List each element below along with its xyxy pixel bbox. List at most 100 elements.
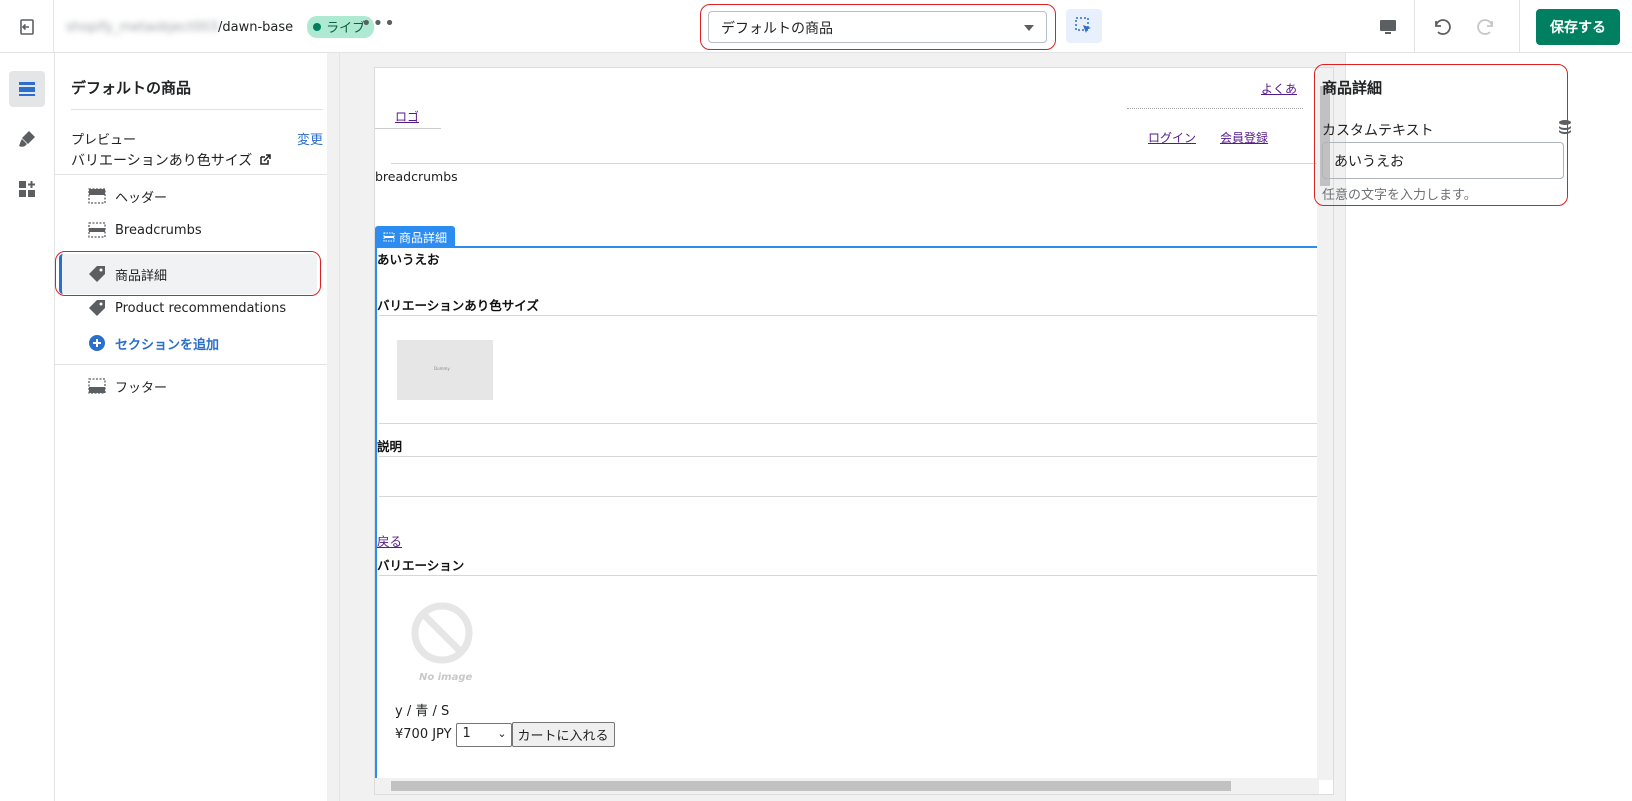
custom-text-input[interactable]: あいうえお xyxy=(1322,142,1564,179)
divider xyxy=(1519,0,1520,53)
paintbrush-icon xyxy=(19,131,35,147)
sidebar-item-label: Product recommendations xyxy=(115,300,287,316)
selected-section-outline[interactable]: あいうえお バリエーションあり色サイズ Dummy 説明 戻る バリエーション … xyxy=(375,246,1319,786)
no-image-icon xyxy=(411,602,473,664)
inspector-toggle-button[interactable] xyxy=(1066,9,1102,43)
divider xyxy=(379,423,1319,424)
sidebar-title: デフォルトの商品 xyxy=(71,79,192,97)
template-select-value: デフォルトの商品 xyxy=(721,21,833,37)
redo-button[interactable] xyxy=(1467,0,1507,53)
chevron-down-icon xyxy=(1024,25,1034,31)
custom-text: あいうえお xyxy=(377,252,440,267)
tag-icon xyxy=(87,264,107,284)
settings-panel: 商品詳細 カスタムテキスト あいうえお 任意の文字を入力します。 xyxy=(1314,53,1632,801)
exit-button[interactable] xyxy=(0,0,54,53)
product-image: Dummy xyxy=(397,340,493,400)
desktop-icon xyxy=(1380,19,1396,34)
more-actions-button[interactable]: ••• xyxy=(361,13,396,34)
logo-link[interactable]: ロゴ xyxy=(395,108,419,125)
divider xyxy=(379,496,1319,497)
variant-name: y / 青 / S xyxy=(395,704,450,719)
quantity-select[interactable]: 1 ⌄ xyxy=(455,722,512,747)
header-section-icon xyxy=(87,186,107,206)
template-select[interactable]: デフォルトの商品 xyxy=(708,11,1047,43)
settings-title: 商品詳細 xyxy=(1322,79,1383,97)
section-tab-text: 商品詳細 xyxy=(399,230,448,245)
chevron-down-icon: ⌄ xyxy=(497,726,507,740)
dynamic-source-button[interactable] xyxy=(1557,119,1573,139)
breadcrumbs-text: breadcrumbs xyxy=(375,169,458,184)
preview-label: プレビュー xyxy=(71,133,137,148)
rail-sections-button[interactable] xyxy=(9,71,45,107)
section-tab-label[interactable]: 商品詳細 xyxy=(375,226,456,248)
preview-product[interactable]: バリエーションあり色サイズ xyxy=(71,150,272,170)
divider xyxy=(379,456,1319,457)
redo-icon xyxy=(1477,18,1493,35)
device-preview-button[interactable] xyxy=(1362,0,1414,53)
divider xyxy=(55,174,339,175)
divider xyxy=(55,364,339,365)
section-grid-icon xyxy=(383,232,395,242)
plus-circle-icon xyxy=(87,333,107,353)
apps-icon xyxy=(19,181,35,197)
exit-icon xyxy=(19,18,34,35)
custom-text-help: 任意の文字を入力します。 xyxy=(1322,188,1477,203)
sidebar-item-label: 商品詳細 xyxy=(115,268,168,284)
variation-heading: バリエーション xyxy=(377,558,465,573)
preview-canvas: よくあ ロゴ ログイン 会員登録 breadcrumbs 商品詳細 あいうえお … xyxy=(340,53,1345,801)
save-button[interactable]: 保存する xyxy=(1536,8,1620,45)
login-link[interactable]: ログイン xyxy=(1148,129,1196,146)
store-domain-blurred: shopify_metaobject003 xyxy=(66,19,218,35)
add-section-label: セクションを追加 xyxy=(115,337,220,353)
sidebar-item-product-recommendations[interactable]: Product recommendations xyxy=(59,288,323,328)
scrollbar-thumb[interactable] xyxy=(391,781,1231,791)
divider xyxy=(391,163,1319,164)
dashed-section-icon xyxy=(87,220,107,240)
undo-button[interactable] xyxy=(1415,0,1467,53)
divider xyxy=(1127,108,1303,109)
divider xyxy=(71,109,323,110)
undo-icon xyxy=(1435,18,1451,35)
rail-apps-button[interactable] xyxy=(9,171,45,207)
product-title: バリエーションあり色サイズ xyxy=(377,298,539,313)
add-to-cart-button[interactable]: カートに入れる xyxy=(511,722,615,747)
left-rail xyxy=(0,53,55,801)
back-link[interactable]: 戻る xyxy=(377,531,402,550)
preview-horizontal-scrollbar[interactable] xyxy=(375,778,1319,794)
footer-section-icon xyxy=(87,376,107,396)
divider xyxy=(379,575,1319,576)
top-nav-link[interactable]: よくあ xyxy=(1261,80,1297,97)
status-badge-label: ライブ xyxy=(326,21,366,36)
quantity-value: 1 xyxy=(462,725,471,741)
sidebar-item-label: フッター xyxy=(115,380,168,396)
database-icon xyxy=(1559,120,1571,134)
tag-icon xyxy=(87,298,107,318)
add-section-button[interactable]: セクションを追加 xyxy=(59,323,323,363)
preview-change-link[interactable]: 変更 xyxy=(297,129,323,148)
description-heading: 説明 xyxy=(377,439,403,454)
custom-text-label: カスタムテキスト xyxy=(1322,123,1434,139)
preview-frame: よくあ ロゴ ログイン 会員登録 breadcrumbs 商品詳細 あいうえお … xyxy=(374,67,1334,795)
top-bar: shopify_metaobject003 /dawn-base ライブ •••… xyxy=(0,0,1632,53)
add-to-cart-row: ¥700 JPY 1 ⌄ カートに入れる xyxy=(395,722,615,747)
divider xyxy=(379,315,1319,316)
price: ¥700 JPY xyxy=(395,727,452,742)
store-name: shopify_metaobject003 /dawn-base ライブ xyxy=(66,16,375,38)
top-right-tools: 保存する xyxy=(1362,0,1632,53)
select-cursor-icon xyxy=(1075,17,1091,33)
live-dot-icon xyxy=(313,22,322,31)
theme-name: /dawn-base xyxy=(217,19,294,35)
sidebar-item-breadcrumbs[interactable]: Breadcrumbs xyxy=(59,210,323,250)
sections-icon xyxy=(19,82,35,96)
image-caption: Dummy xyxy=(434,366,450,371)
no-image-text: No image xyxy=(419,672,473,683)
register-link[interactable]: 会員登録 xyxy=(1220,129,1268,146)
sidebar-scrollbar[interactable] xyxy=(327,53,339,801)
rail-theme-settings-button[interactable] xyxy=(9,121,45,157)
sidebar-item-label: ヘッダー xyxy=(115,190,168,206)
preview-product-label: バリエーションあり色サイズ xyxy=(71,153,253,169)
sections-sidebar: デフォルトの商品 プレビュー 変更 バリエーションあり色サイズ ヘッダー Bre… xyxy=(55,53,340,801)
divider xyxy=(375,128,441,129)
sidebar-item-footer[interactable]: フッター xyxy=(59,366,323,406)
sidebar-item-label: Breadcrumbs xyxy=(115,222,202,238)
